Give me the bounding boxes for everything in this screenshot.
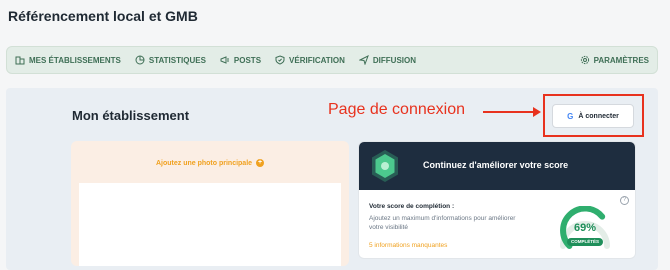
nav-item-verification[interactable]: VÉRIFICATION <box>275 55 345 65</box>
connect-button-label: À connecter <box>578 112 619 120</box>
main-nav: MES ÉTABLISSEMENTS STATISTIQUES POSTS VÉ… <box>6 46 658 74</box>
nav-item-posts[interactable]: POSTS <box>220 55 261 65</box>
nav-item-label: DIFFUSION <box>372 55 416 65</box>
missing-info-link[interactable]: 5 informations manquantes <box>369 242 447 249</box>
photo-card: Ajoutez une photo principale + <box>71 141 349 266</box>
gear-icon <box>580 55 589 65</box>
nav-item-label: VÉRIFICATION <box>289 55 345 65</box>
nav-item-diffusion[interactable]: DIFFUSION <box>358 55 416 65</box>
google-icon: G <box>567 111 574 121</box>
connect-button[interactable]: G À connecter <box>552 104 634 128</box>
page: Référencement local et GMB MES ÉTABLISSE… <box>0 0 670 270</box>
shield-check-icon <box>275 55 285 65</box>
pie-chart-icon <box>135 55 145 65</box>
info-icon[interactable]: ? <box>620 196 629 205</box>
add-photo-link[interactable]: Ajoutez une photo principale + <box>71 159 349 167</box>
score-subtitle: Votre score de complétion : <box>369 203 455 210</box>
annotation-arrow-icon <box>483 107 541 117</box>
score-card-header: Continuez d'améliorer votre score <box>359 142 635 190</box>
completion-percent: 69% <box>573 222 597 234</box>
nav-item-label: MES ÉTABLISSEMENTS <box>29 55 121 65</box>
score-badge-icon <box>372 150 398 182</box>
nav-item-establishments[interactable]: MES ÉTABLISSEMENTS <box>15 55 121 65</box>
score-card: Continuez d'améliorer votre score Votre … <box>358 141 636 259</box>
nav-item-label: STATISTIQUES <box>148 55 206 65</box>
photo-placeholder <box>79 183 341 266</box>
nav-item-statistics[interactable]: STATISTIQUES <box>135 55 206 65</box>
score-card-title: Continuez d'améliorer votre score <box>423 160 569 170</box>
nav-item-label: POSTS <box>233 55 262 65</box>
add-photo-label: Ajoutez une photo principale <box>155 159 253 167</box>
section-title: Mon établissement <box>72 108 190 123</box>
page-title: Référencement local et GMB <box>8 8 198 24</box>
plus-icon: + <box>256 159 264 167</box>
completed-badge: COMPLÉTÉS <box>567 238 603 246</box>
completion-gauge: 69% COMPLÉTÉS <box>555 205 615 254</box>
nav-item-label: PARAMÈTRES <box>593 55 649 65</box>
score-card-body: Votre score de complétion : Ajoutez un m… <box>359 190 635 258</box>
annotation-label: Page de connexion <box>328 101 465 118</box>
megaphone-icon <box>220 56 229 64</box>
building-icon <box>15 56 25 65</box>
score-description: Ajoutez un maximum d'informations pour a… <box>369 215 516 231</box>
nav-item-settings[interactable]: PARAMÈTRES <box>580 55 649 65</box>
send-icon <box>358 55 369 65</box>
